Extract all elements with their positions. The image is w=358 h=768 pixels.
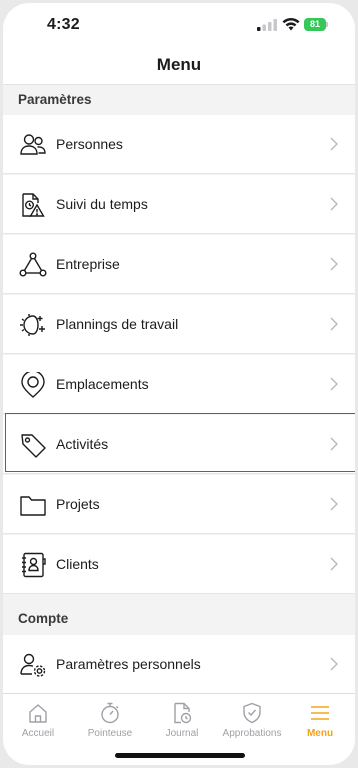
page-title: Menu [156, 55, 202, 74]
status-time: 4:32 [47, 16, 80, 33]
phone-screen: 4:32 81 Menu Paramètres Personnes Suivi … [3, 3, 355, 765]
time-tracking-icon [19, 192, 47, 218]
tab-accueil[interactable]: Accueil [3, 694, 73, 744]
battery-percent: 81 [309, 19, 320, 29]
folder-icon [19, 492, 47, 518]
menu-item-activities[interactable]: Activités [3, 415, 355, 474]
menu-item-label: Activités [56, 436, 109, 452]
tab-label: Journal [165, 728, 199, 739]
menu-item-personal-settings[interactable]: Paramètres personnels [3, 635, 355, 694]
chevron-right-icon [330, 197, 338, 211]
chevron-right-icon [330, 497, 338, 511]
menu-item-label: Paramètres personnels [56, 656, 201, 672]
company-icon [19, 252, 47, 278]
menu-item-time-tracking[interactable]: Suivi du temps [3, 175, 355, 234]
journal-icon [174, 702, 192, 724]
tab-pointeuse[interactable]: Pointeuse [75, 694, 145, 744]
contacts-book-icon [19, 552, 47, 578]
chevron-right-icon [330, 257, 338, 271]
menu-item-projects[interactable]: Projets [3, 475, 355, 534]
top-header: Menu [3, 47, 355, 85]
shield-check-icon [243, 702, 261, 724]
chevron-right-icon [330, 557, 338, 571]
user-settings-icon [19, 652, 47, 678]
home-icon [29, 704, 47, 723]
location-pin-icon [19, 370, 47, 398]
menu-icon [311, 706, 329, 720]
chevron-right-icon [330, 137, 338, 151]
menu-item-label: Emplacements [56, 376, 149, 392]
menu-item-label: Personnes [56, 136, 123, 152]
tag-icon [19, 432, 47, 458]
tab-label: Menu [306, 728, 334, 739]
chevron-right-icon [330, 437, 338, 451]
section-header-settings: Paramètres [18, 92, 92, 107]
status-bar: 4:32 81 [3, 3, 355, 47]
stopwatch-icon [101, 702, 119, 724]
menu-item-label: Plannings de travail [56, 316, 179, 332]
tab-journal[interactable]: Journal [147, 694, 217, 744]
menu-item-company[interactable]: Entreprise [3, 235, 355, 294]
tab-label: Accueil [21, 728, 55, 739]
wifi-icon [282, 17, 300, 31]
tab-menu[interactable]: Menu [285, 694, 355, 744]
menu-item-locations[interactable]: Emplacements [3, 355, 355, 414]
menu-item-clients[interactable]: Clients [3, 535, 355, 594]
chevron-right-icon [330, 317, 338, 331]
tab-approbations[interactable]: Approbations [217, 694, 287, 744]
work-schedule-icon [19, 312, 47, 338]
menu-item-people[interactable]: Personnes [3, 115, 355, 174]
tab-label: Approbations [222, 728, 282, 739]
people-icon [19, 132, 47, 158]
menu-item-label: Entreprise [56, 256, 120, 272]
chevron-right-icon [330, 377, 338, 391]
home-indicator[interactable] [115, 753, 245, 758]
menu-item-label: Projets [56, 496, 100, 512]
cellular-signal-icon [257, 19, 277, 31]
menu-item-label: Clients [56, 556, 99, 572]
chevron-right-icon [330, 657, 338, 671]
menu-item-work-schedules[interactable]: Plannings de travail [3, 295, 355, 354]
tab-label: Pointeuse [87, 728, 133, 739]
menu-item-label: Suivi du temps [56, 196, 148, 212]
battery-indicator: 81 [304, 18, 329, 31]
section-header-account: Compte [18, 611, 69, 626]
